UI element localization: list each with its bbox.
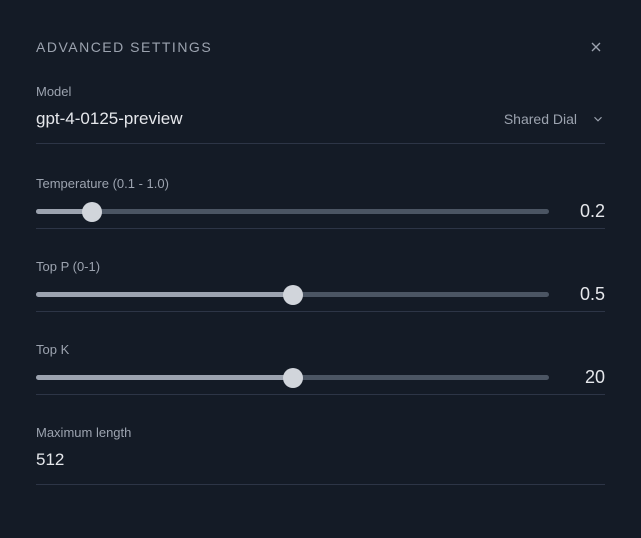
temperature-value: 0.2 (573, 201, 605, 222)
model-shared-toggle[interactable]: Shared Dial (504, 111, 605, 127)
temperature-label: Temperature (0.1 - 1.0) (36, 176, 605, 191)
top-p-slider[interactable] (36, 288, 549, 302)
model-value: gpt-4-0125-preview (36, 109, 182, 129)
max-length-value[interactable]: 512 (36, 450, 605, 470)
slider-thumb[interactable] (283, 285, 303, 305)
top-p-value: 0.5 (573, 284, 605, 305)
model-selector[interactable]: gpt-4-0125-preview Shared Dial (36, 109, 605, 144)
slider-thumb[interactable] (82, 202, 102, 222)
model-label: Model (36, 84, 605, 99)
slider-thumb[interactable] (283, 368, 303, 388)
shared-label: Shared Dial (504, 111, 577, 127)
panel-title: ADVANCED SETTINGS (36, 39, 212, 55)
close-icon (588, 39, 604, 55)
top-k-value: 20 (573, 367, 605, 388)
slider-track-bg (36, 209, 549, 214)
top-p-label: Top P (0-1) (36, 259, 605, 274)
top-k-slider[interactable] (36, 371, 549, 385)
max-length-label: Maximum length (36, 425, 605, 440)
slider-track-fill (36, 375, 293, 380)
temperature-slider[interactable] (36, 205, 549, 219)
slider-track-fill (36, 292, 293, 297)
chevron-down-icon (591, 112, 605, 126)
close-button[interactable] (587, 38, 605, 56)
top-k-label: Top K (36, 342, 605, 357)
